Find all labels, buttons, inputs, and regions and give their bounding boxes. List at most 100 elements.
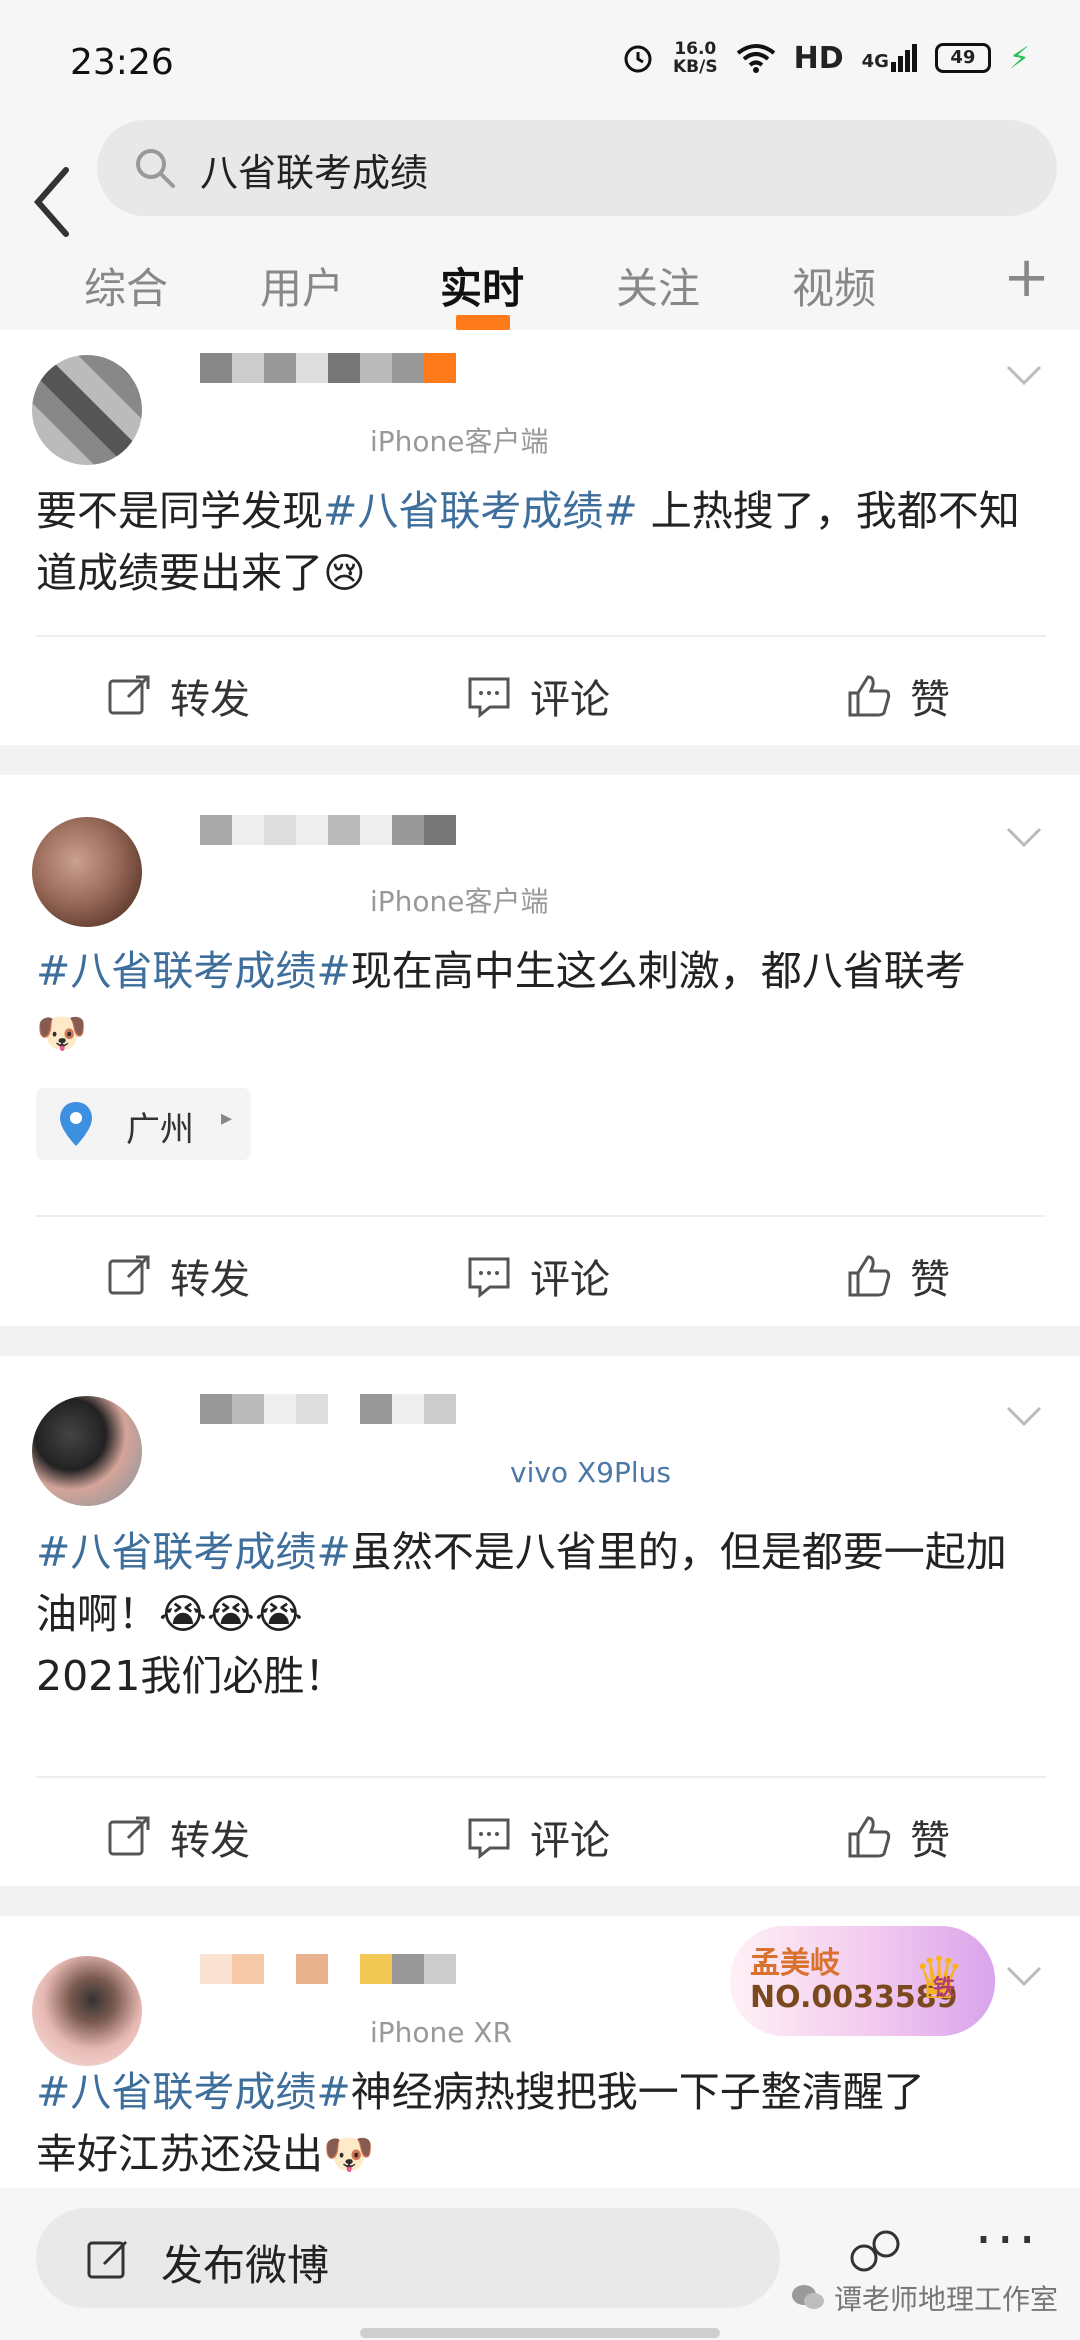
chevron-right-icon: ▸ (221, 1106, 233, 1131)
wechat-icon (792, 2285, 824, 2309)
post-source: iPhone客户端 (370, 425, 549, 458)
avatar[interactable] (32, 1396, 142, 1506)
repost-label: 转发 (170, 677, 250, 723)
post-card[interactable]: iPhone XR 孟美岐 NO.0033589 ♛ 铁 #八省联考成绩#神经病… (0, 1916, 1080, 2196)
tab-bar: 综合 用户 实时 关注 视频 + (0, 235, 1080, 330)
comment-icon (468, 1818, 510, 1860)
comment-label: 评论 (530, 677, 610, 723)
search-query: 八省联考成绩 (200, 151, 429, 195)
post-text-start: 要不是同学发现 (36, 487, 323, 535)
like-label: 赞 (910, 1818, 950, 1864)
post-text-line2: 幸好江苏还没出 (36, 2130, 323, 2178)
post-source: iPhone XR (370, 2016, 513, 2049)
back-arrow-icon[interactable] (22, 156, 82, 246)
avatar[interactable] (32, 355, 142, 465)
badge-name: 孟美岐 (750, 1946, 840, 1981)
edit-icon (87, 2240, 128, 2279)
avatar[interactable] (32, 817, 142, 927)
post-text: #八省联考成绩#虽然不是八省里的，但是都要一起加油啊！😭😭😭 2021我们必胜！ (36, 1521, 1046, 1707)
like-button[interactable]: 赞 (846, 667, 950, 725)
hashtag-link[interactable]: #八省联考成绩# (36, 2068, 351, 2116)
action-bar: 转发 评论 赞 (36, 1215, 1046, 1325)
chevron-down-icon[interactable] (1004, 825, 1044, 849)
comment-icon (468, 1257, 510, 1299)
tab-following[interactable]: 关注 (616, 255, 700, 316)
comment-label: 评论 (530, 1257, 610, 1303)
repost-button[interactable]: 转发 (106, 667, 250, 725)
username-blurred[interactable] (200, 1954, 456, 1998)
post-text: 要不是同学发现#八省联考成绩# 上热搜了，我都不知道成绩要出来了😢 (36, 480, 1046, 604)
compose-label: 发布微博 (161, 2241, 330, 2290)
repost-button[interactable]: 转发 (106, 1247, 250, 1305)
emoji: 🐶 (323, 2130, 375, 2178)
hashtag-link[interactable]: #八省联考成绩# (36, 1528, 351, 1576)
thumbs-up-icon (848, 675, 891, 717)
post-card[interactable]: vivo X9Plus #八省联考成绩#虽然不是八省里的，但是都要一起加油啊！😭… (0, 1356, 1080, 1886)
divider (0, 1886, 1080, 1916)
hashtag-link[interactable]: #八省联考成绩# (323, 487, 638, 535)
search-icon (136, 149, 175, 188)
comment-icon (468, 677, 510, 719)
alarm-icon (624, 45, 652, 73)
comment-button[interactable]: 评论 (466, 1247, 610, 1305)
action-bar: 转发 评论 赞 (36, 1776, 1046, 1886)
comment-button[interactable]: 评论 (466, 667, 610, 725)
charging-icon: ⚡ (1008, 40, 1030, 76)
search-box[interactable]: 八省联考成绩 (97, 120, 1057, 216)
status-icons: 16.0 KB/S HD 4G 49 ⚡ (621, 40, 1030, 76)
fan-badge[interactable]: 孟美岐 NO.0033589 ♛ 铁 (730, 1926, 995, 2036)
divider (0, 1326, 1080, 1356)
compose-button[interactable]: 发布微博 (36, 2208, 780, 2308)
username-blurred[interactable] (200, 1394, 456, 1438)
tab-users[interactable]: 用户 (260, 255, 344, 316)
repost-label: 转发 (170, 1257, 250, 1303)
location-label: 广州 (126, 1110, 194, 1150)
thumbs-up-icon (848, 1255, 891, 1297)
home-indicator (360, 2328, 720, 2338)
tab-video[interactable]: 视频 (792, 255, 876, 316)
username-blurred[interactable] (200, 353, 456, 397)
more-button[interactable]: ··· (975, 2208, 1040, 2273)
username-blurred[interactable] (200, 815, 456, 859)
tab-realtime[interactable]: 实时 (440, 255, 524, 316)
post-source: vivo X9Plus (510, 1456, 671, 1489)
net-speed-value: 16.0 (674, 39, 717, 59)
net-speed: 16.0 KB/S (673, 40, 718, 76)
post-text-rest: 现在高中生这么刺激，都八省联考 (350, 947, 966, 995)
tab-comprehensive[interactable]: 综合 (84, 255, 168, 316)
emoji: 😭😭😭 (159, 1590, 303, 1638)
repost-icon (108, 675, 150, 715)
like-button[interactable]: 赞 (846, 1247, 950, 1305)
watermark: 谭老师地理工作室 (790, 2278, 1058, 2318)
battery-icon: 49 (934, 43, 991, 73)
avatar[interactable] (32, 1956, 142, 2066)
post-text: #八省联考成绩#神经病热搜把我一下子整清醒了 幸好江苏还没出🐶 (36, 2061, 1046, 2185)
add-tab-button[interactable]: + (1003, 245, 1050, 310)
chevron-down-icon[interactable] (1004, 1964, 1044, 1988)
post-source: iPhone客户端 (370, 885, 549, 918)
emoji: 🐶 (36, 1009, 88, 1057)
post-card[interactable]: iPhone客户端 #八省联考成绩#现在高中生这么刺激，都八省联考 🐶 广州 ▸ … (0, 775, 1080, 1326)
location-tag[interactable]: 广州 ▸ (36, 1088, 251, 1160)
share-icon[interactable] (848, 2228, 904, 2276)
post-card[interactable]: iPhone客户端 要不是同学发现#八省联考成绩# 上热搜了，我都不知道成绩要出… (0, 345, 1080, 745)
like-button[interactable]: 赞 (846, 1808, 950, 1866)
comment-label: 评论 (530, 1818, 610, 1864)
action-bar: 转发 评论 赞 (36, 635, 1046, 745)
tab-active-indicator (456, 315, 510, 330)
hashtag-link[interactable]: #八省联考成绩# (36, 947, 351, 995)
status-bar: 23:26 16.0 KB/S HD 4G 49 ⚡ (0, 0, 1080, 120)
signal-icon: 4G (862, 44, 917, 72)
badge-level: 铁 (932, 1976, 955, 2001)
repost-label: 转发 (170, 1818, 250, 1864)
watermark-text: 谭老师地理工作室 (834, 2283, 1059, 2316)
chevron-down-icon[interactable] (1004, 363, 1044, 387)
chevron-down-icon[interactable] (1004, 1404, 1044, 1428)
like-label: 赞 (910, 677, 950, 723)
divider (0, 745, 1080, 775)
repost-icon (108, 1816, 150, 1856)
bottom-bar: 发布微博 ··· 谭老师地理工作室 (0, 2188, 1080, 2340)
comment-button[interactable]: 评论 (466, 1808, 610, 1866)
post-text-rest: 神经病热搜把我一下子整清醒了 (350, 2068, 925, 2116)
repost-button[interactable]: 转发 (106, 1808, 250, 1866)
